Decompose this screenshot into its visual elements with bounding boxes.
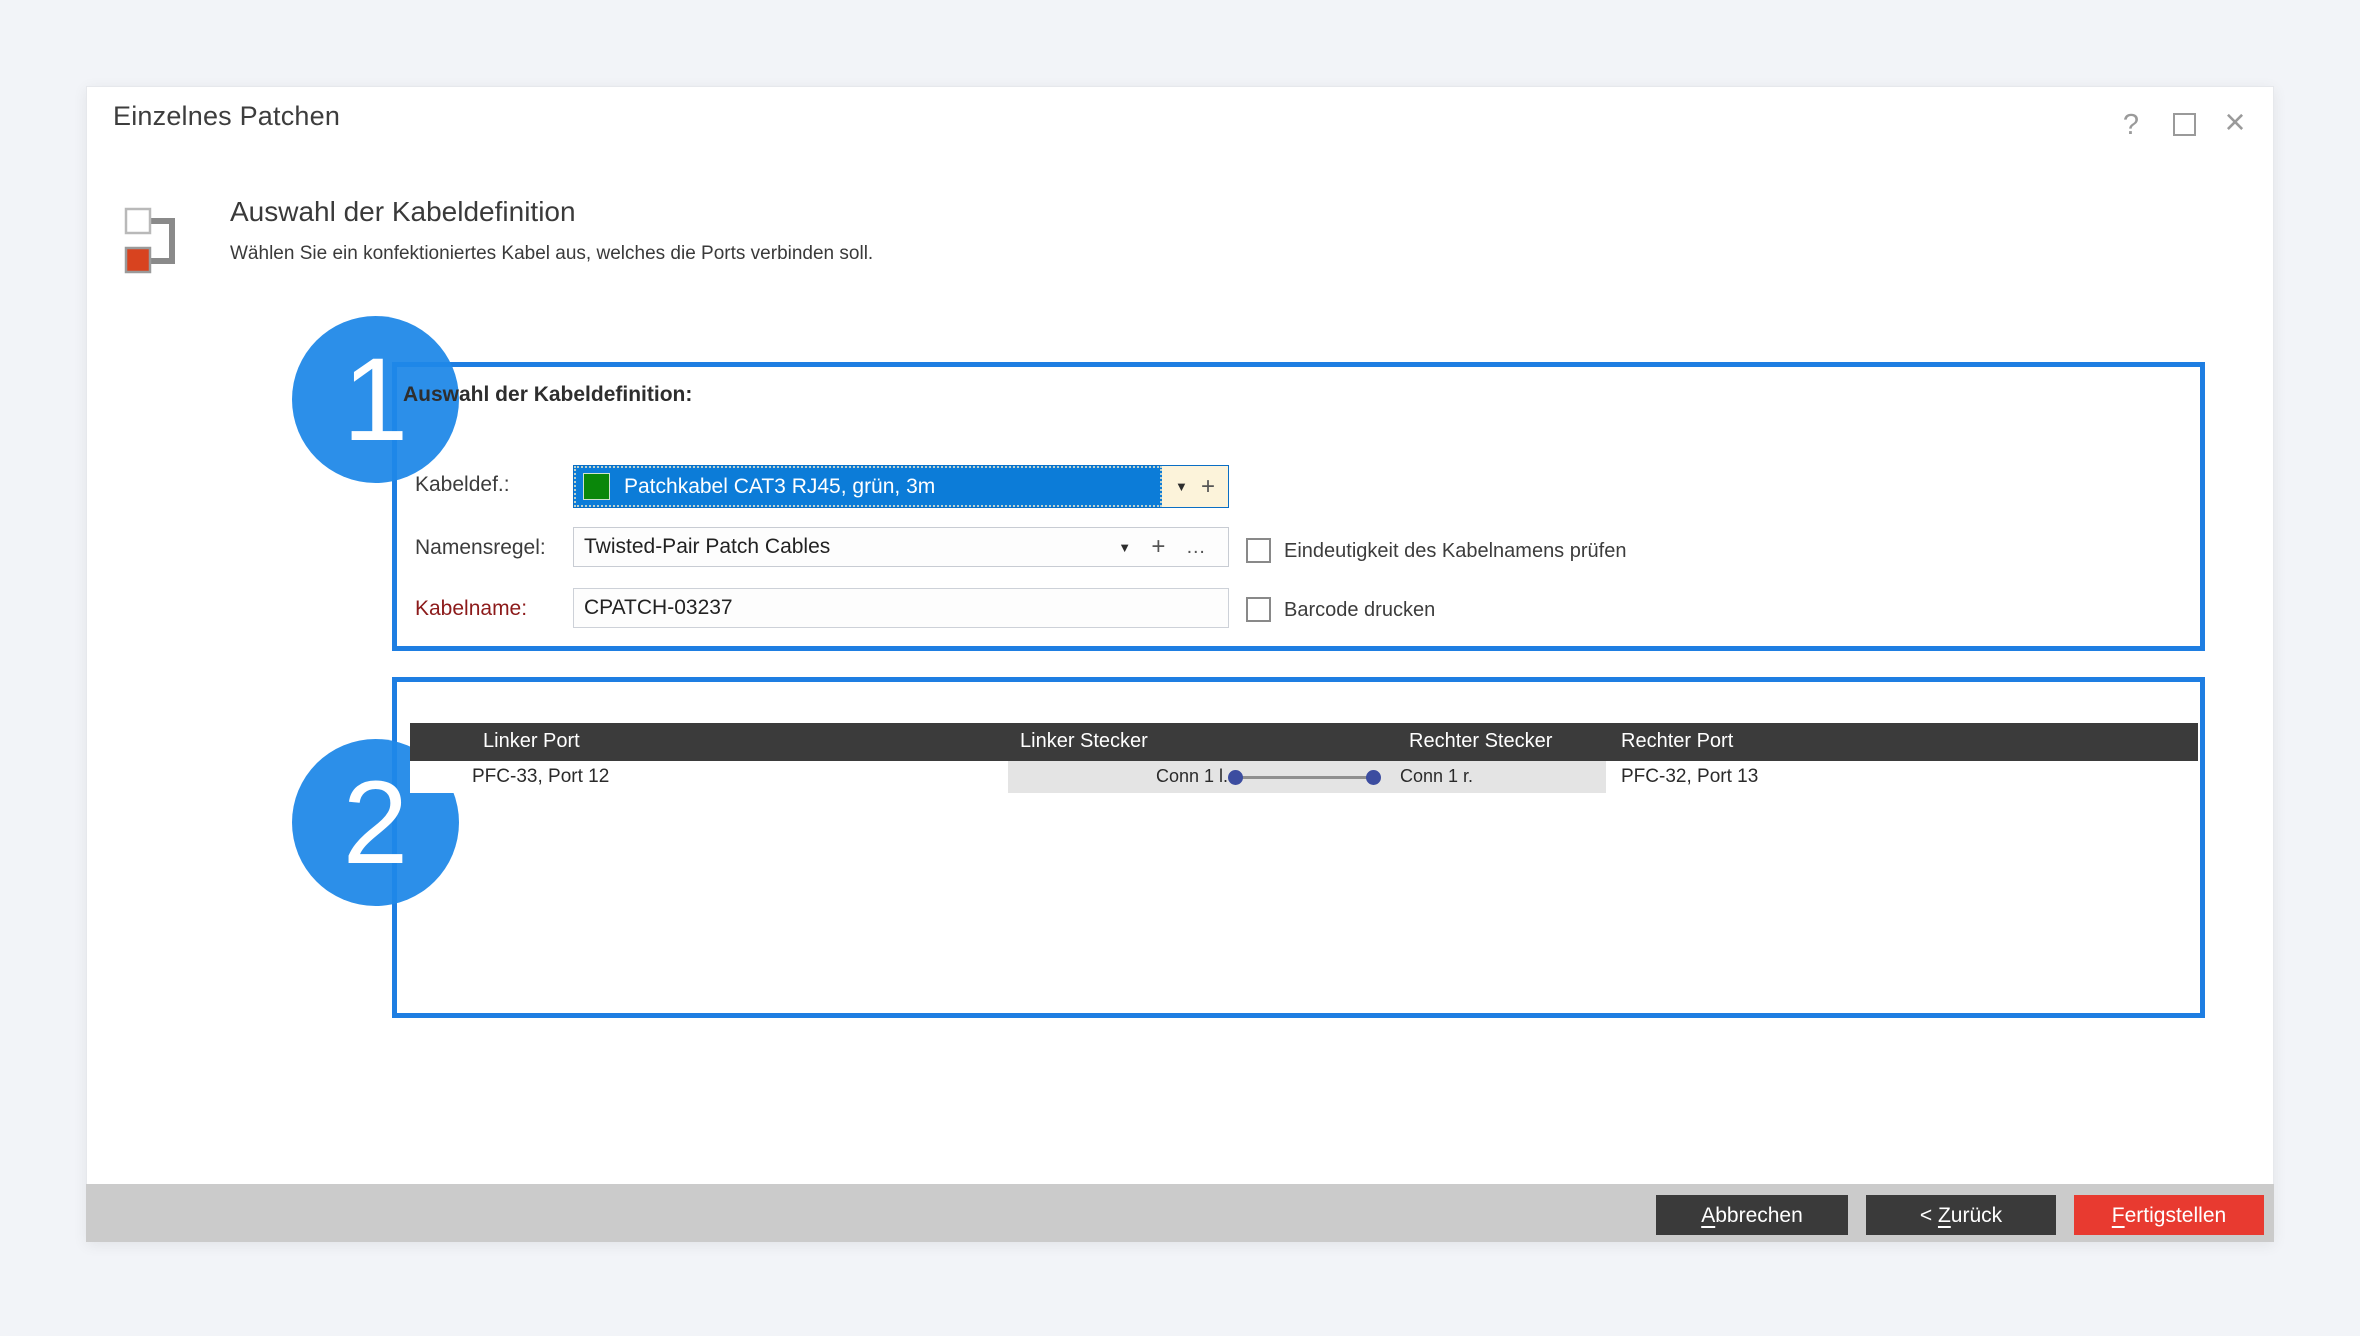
kabeldef-value-text: Patchkabel CAT3 RJ45, grün, 3m bbox=[624, 474, 936, 498]
left-connector-dot-icon bbox=[1228, 770, 1243, 785]
chevron-down-icon[interactable]: ▼ bbox=[1118, 540, 1131, 555]
cancel-button[interactable]: Abbrechen bbox=[1656, 1195, 1848, 1235]
namensregel-value-text: Twisted-Pair Patch Cables bbox=[584, 535, 831, 558]
column-header-linker-stecker[interactable]: Linker Stecker bbox=[1020, 730, 1148, 753]
patch-step-icon bbox=[124, 207, 175, 274]
stecker-connection-cell: Conn 1 l. Conn 1 r. bbox=[1008, 761, 1606, 793]
close-icon[interactable]: × bbox=[2213, 100, 2257, 144]
namensregel-combo-buttons: ▼ + … bbox=[1098, 535, 1228, 559]
uniqueness-checkbox-label: Eindeutigkeit des Kabelnamens prüfen bbox=[1284, 540, 1627, 562]
step2-number: 2 bbox=[342, 756, 409, 889]
kabelname-label: Kabelname: bbox=[415, 597, 528, 620]
maximize-icon[interactable] bbox=[2173, 113, 2196, 136]
finish-button[interactable]: Fertigstellen bbox=[2074, 1195, 2264, 1235]
kabeldef-label: Kabeldef.: bbox=[415, 473, 510, 496]
uniqueness-checkbox[interactable] bbox=[1246, 538, 1271, 563]
kabelname-input[interactable] bbox=[573, 588, 1229, 628]
more-options-button[interactable]: … bbox=[1186, 536, 1208, 559]
add-cable-definition-button[interactable]: + bbox=[1201, 474, 1215, 499]
linker-port-cell: PFC-33, Port 12 bbox=[472, 766, 610, 787]
barcode-checkbox[interactable] bbox=[1246, 597, 1271, 622]
page-subtitle: Wählen Sie ein konfektioniertes Kabel au… bbox=[230, 243, 874, 264]
column-header-rechter-port[interactable]: Rechter Port bbox=[1621, 730, 1733, 753]
cable-color-swatch bbox=[583, 473, 610, 500]
column-header-rechter-stecker[interactable]: Rechter Stecker bbox=[1409, 730, 1552, 753]
kabeldef-combobox[interactable]: Patchkabel CAT3 RJ45, grün, 3m ▼ + bbox=[573, 465, 1229, 508]
namensregel-combobox[interactable]: Twisted-Pair Patch Cables ▼ + … bbox=[573, 527, 1229, 567]
connection-table-header: Linker Port Linker Stecker Rechter Steck… bbox=[410, 723, 2198, 761]
barcode-checkbox-label: Barcode drucken bbox=[1284, 599, 1436, 621]
back-button[interactable]: < Zurück bbox=[1866, 1195, 2056, 1235]
help-icon[interactable]: ? bbox=[2109, 105, 2153, 145]
linker-stecker-cell: Conn 1 l. bbox=[1155, 766, 1228, 786]
rechter-port-cell: PFC-32, Port 13 bbox=[1621, 766, 1759, 787]
chevron-down-icon[interactable]: ▼ bbox=[1175, 479, 1188, 494]
kabeldef-selected-value[interactable]: Patchkabel CAT3 RJ45, grün, 3m bbox=[574, 466, 1162, 507]
namensregel-label: Namensregel: bbox=[415, 536, 546, 559]
section-label: Auswahl der Kabeldefinition: bbox=[403, 383, 693, 406]
rechter-stecker-cell: Conn 1 r. bbox=[1400, 766, 1474, 786]
table-row[interactable]: PFC-33, Port 12 Conn 1 l. Conn 1 r. PFC-… bbox=[410, 761, 2198, 793]
cable-line bbox=[1235, 776, 1373, 779]
page-title: Auswahl der Kabeldefinition bbox=[230, 196, 576, 227]
kabeldef-combo-buttons: ▼ + bbox=[1162, 466, 1228, 507]
column-header-linker-port[interactable]: Linker Port bbox=[483, 730, 580, 753]
add-naming-rule-button[interactable]: + bbox=[1151, 535, 1165, 559]
right-connector-dot-icon bbox=[1366, 770, 1381, 785]
window-title: Einzelnes Patchen bbox=[113, 101, 341, 131]
step1-number: 1 bbox=[342, 333, 409, 466]
